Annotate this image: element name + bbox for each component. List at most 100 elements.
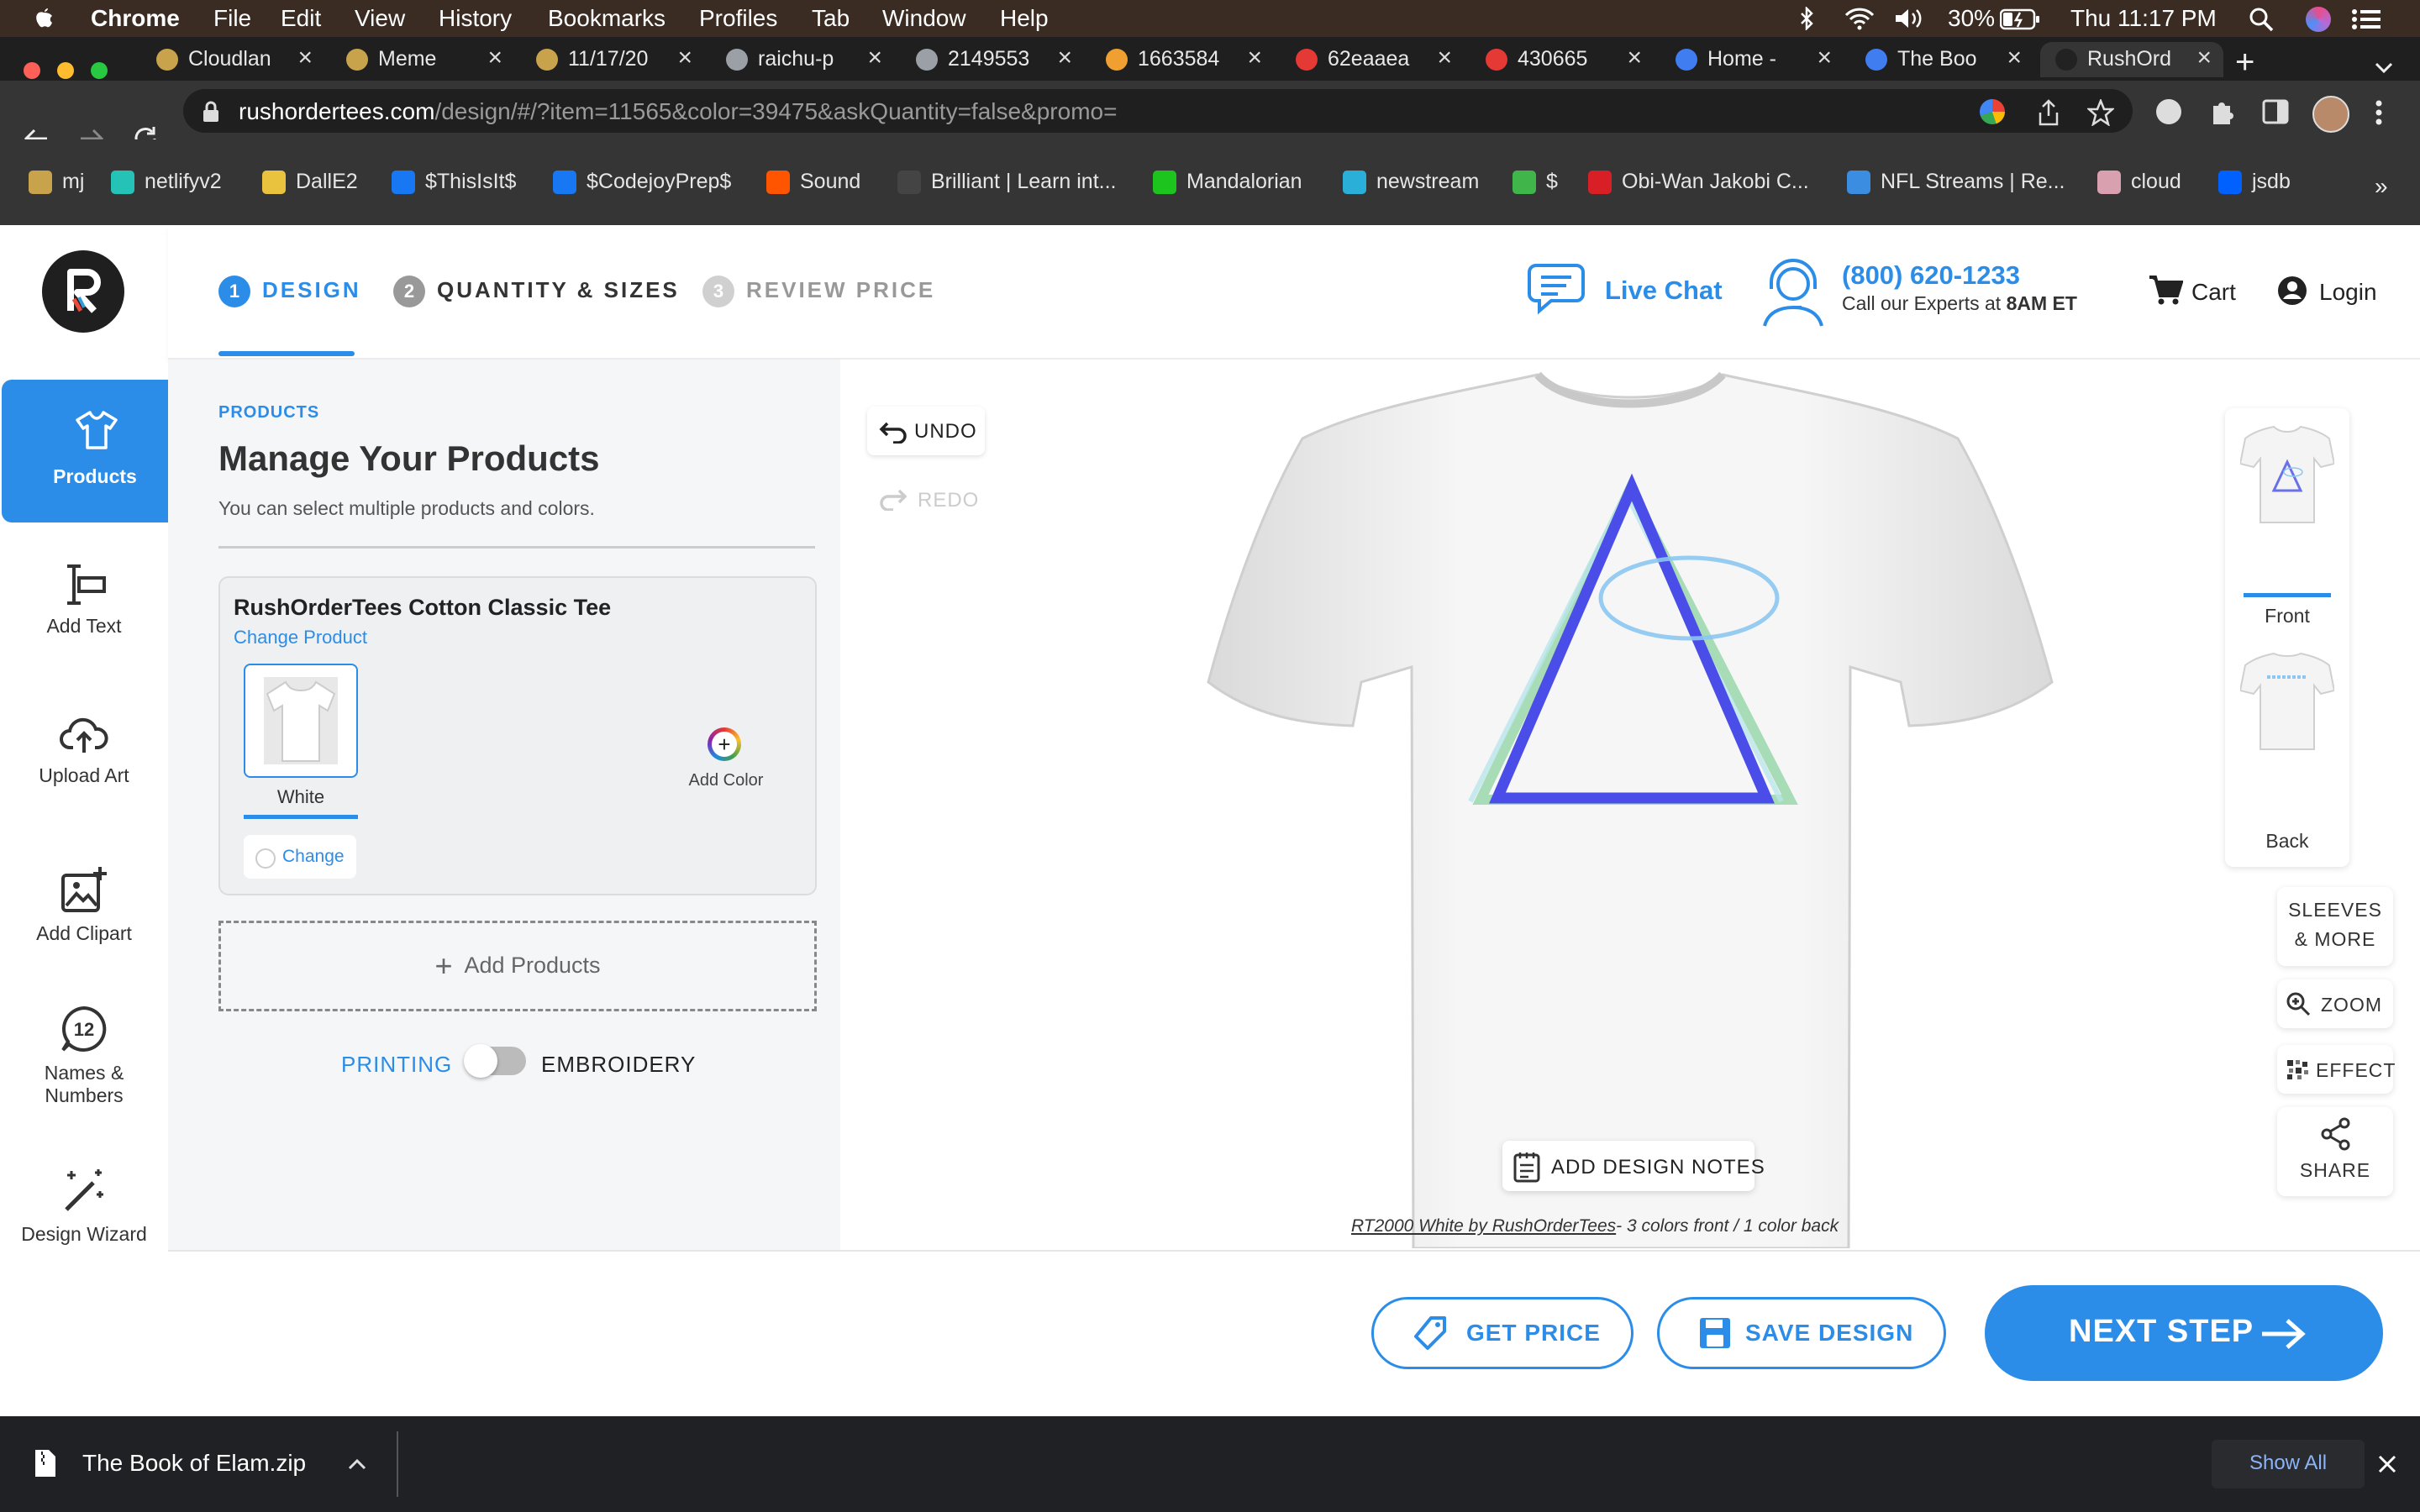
browser-tab[interactable]: 2149553 × — [901, 42, 1084, 77]
bookmark-item[interactable]: Mandalorian — [1153, 166, 1302, 197]
battery-icon[interactable] — [2000, 8, 2040, 30]
tshirt-mockup[interactable] — [1202, 363, 2059, 1248]
browser-tab[interactable]: RushOrd × — [2040, 42, 2223, 77]
product-caption-link[interactable]: RT2000 White by RushOrderTees — [1351, 1216, 1616, 1236]
bookmark-item[interactable]: Obi-Wan Jakobi C... — [1588, 166, 1809, 197]
browser-tab[interactable]: raichu-p × — [711, 42, 894, 77]
browser-menu-icon[interactable] — [2375, 99, 2383, 126]
back-view-label[interactable]: Back — [2225, 830, 2349, 853]
profile-avatar[interactable] — [2312, 96, 2349, 133]
chevron-up-icon[interactable] — [348, 1458, 366, 1470]
bookmark-star-icon[interactable] — [2087, 99, 2114, 126]
side-panel-icon[interactable] — [2262, 99, 2289, 124]
menu-profiles[interactable]: Profiles — [699, 0, 777, 37]
menubar-clock[interactable]: Thu 11:17 PM — [2070, 0, 2217, 37]
tab-close-icon[interactable]: × — [297, 44, 313, 72]
browser-tab[interactable]: 430665 × — [1470, 42, 1654, 77]
lock-icon[interactable] — [202, 101, 220, 123]
rushordertees-logo[interactable] — [42, 250, 124, 333]
new-tab-button[interactable]: + — [2235, 44, 2254, 81]
address-url[interactable]: rushordertees.com/design/#/?item=11565&c… — [239, 98, 1117, 125]
window-close-button[interactable] — [24, 62, 40, 79]
tab-close-icon[interactable]: × — [2007, 44, 2022, 72]
control-center-icon[interactable] — [2351, 8, 2381, 30]
share-button[interactable]: SHARE — [2277, 1107, 2393, 1196]
effect-button[interactable]: EFFECT — [2277, 1045, 2395, 1094]
step-design[interactable]: 1 DESIGN — [218, 276, 361, 307]
bookmark-item[interactable]: newstream — [1343, 166, 1479, 197]
browser-tab[interactable]: The Boo × — [1850, 42, 2033, 77]
save-design-button[interactable]: SAVE DESIGN — [1657, 1297, 1946, 1369]
tab-close-icon[interactable]: × — [487, 44, 502, 72]
printing-label[interactable]: PRINTING — [341, 1052, 452, 1078]
volume-icon[interactable] — [1894, 7, 1931, 30]
menu-window[interactable]: Window — [882, 0, 966, 37]
apple-icon[interactable] — [32, 5, 55, 32]
cart-icon[interactable] — [2148, 274, 2183, 306]
sidebar-design-wizard[interactable]: Design Wizard — [0, 1166, 168, 1246]
login-link[interactable]: Login — [2319, 279, 2377, 306]
bookmark-item[interactable]: Brilliant | Learn int... — [897, 166, 1116, 197]
get-price-button[interactable]: GET PRICE — [1371, 1297, 1634, 1369]
add-design-notes-button[interactable]: ADD DESIGN NOTES — [1502, 1141, 1765, 1191]
menu-edit[interactable]: Edit — [281, 0, 321, 37]
menu-app-chrome[interactable]: Chrome — [91, 0, 180, 37]
live-chat-link[interactable]: Live Chat — [1605, 276, 1723, 306]
bookmark-item[interactable]: $ — [1512, 166, 1558, 197]
menu-bookmarks[interactable]: Bookmarks — [548, 0, 666, 37]
bookmark-item[interactable]: mj — [29, 166, 84, 197]
bluetooth-icon[interactable] — [1798, 7, 1815, 30]
google-lens-icon[interactable] — [1980, 99, 2005, 124]
live-chat-icon[interactable] — [1526, 257, 1593, 324]
window-minimize-button[interactable] — [57, 62, 74, 79]
tab-close-icon[interactable]: × — [867, 44, 882, 72]
embroidery-label[interactable]: EMBROIDERY — [541, 1052, 696, 1078]
window-zoom-button[interactable] — [91, 62, 108, 79]
siri-icon[interactable] — [2306, 7, 2331, 32]
tab-close-icon[interactable]: × — [1817, 44, 1832, 72]
spotlight-search-icon[interactable] — [2249, 7, 2274, 32]
bookmarks-overflow-icon[interactable]: » — [2375, 173, 2388, 200]
show-all-label[interactable]: Show All — [2212, 1452, 2365, 1475]
tab-close-icon[interactable]: × — [1437, 44, 1452, 72]
bookmark-item[interactable]: Sound — [766, 166, 860, 197]
close-shelf-icon[interactable] — [2378, 1455, 2396, 1473]
browser-tab[interactable]: Meme × — [331, 42, 514, 77]
change-product-link[interactable]: Change Product — [234, 627, 367, 648]
add-products-button[interactable]: + Add Products — [218, 921, 817, 1011]
wifi-icon[interactable] — [1844, 7, 1876, 30]
add-color-label[interactable]: Add Color — [676, 771, 776, 790]
cart-link[interactable]: Cart — [2191, 279, 2236, 306]
front-view-thumbnail[interactable] — [2240, 422, 2334, 524]
account-icon[interactable] — [2277, 276, 2307, 306]
menu-tab[interactable]: Tab — [812, 0, 850, 37]
sleeves-more-button[interactable]: SLEEVES & MORE — [2277, 887, 2393, 966]
phone-number[interactable]: (800) 620-1233 — [1842, 260, 2020, 291]
color-swatch-white[interactable] — [244, 664, 358, 778]
menu-help[interactable]: Help — [1000, 0, 1049, 37]
menu-file[interactable]: File — [213, 0, 251, 37]
add-color-icon[interactable]: + — [708, 727, 741, 761]
sidebar-products-button[interactable]: Products — [2, 380, 188, 522]
support-headset-icon[interactable] — [1760, 255, 1827, 328]
menu-view[interactable]: View — [355, 0, 405, 37]
tab-search-chevron-icon[interactable] — [2375, 62, 2393, 74]
bookmark-item[interactable]: jsdb — [2218, 166, 2291, 197]
printing-embroidery-toggle[interactable] — [464, 1044, 526, 1078]
change-color-button[interactable]: Change — [244, 835, 356, 879]
tab-close-icon[interactable]: × — [1247, 44, 1262, 72]
bookmark-item[interactable]: cloud — [2097, 166, 2181, 197]
bookmark-item[interactable]: DallE2 — [262, 166, 358, 197]
next-step-button[interactable]: NEXT STEP — [1985, 1285, 2383, 1381]
front-view-label[interactable]: Front — [2225, 605, 2349, 627]
bookmark-item[interactable]: $ThisIsIt$ — [392, 166, 516, 197]
sidebar-upload-art[interactable]: Upload Art — [0, 714, 168, 787]
browser-tab[interactable]: 62eaaea × — [1281, 42, 1464, 77]
browser-tab[interactable]: Cloudlan × — [141, 42, 324, 77]
extension-profile-icon[interactable] — [2156, 99, 2181, 124]
share-page-icon[interactable] — [2037, 99, 2060, 126]
bookmark-item[interactable]: netlifyv2 — [111, 166, 222, 197]
menu-history[interactable]: History — [439, 0, 512, 37]
redo-button[interactable]: REDO — [867, 475, 985, 524]
back-view-thumbnail[interactable] — [2240, 648, 2334, 751]
